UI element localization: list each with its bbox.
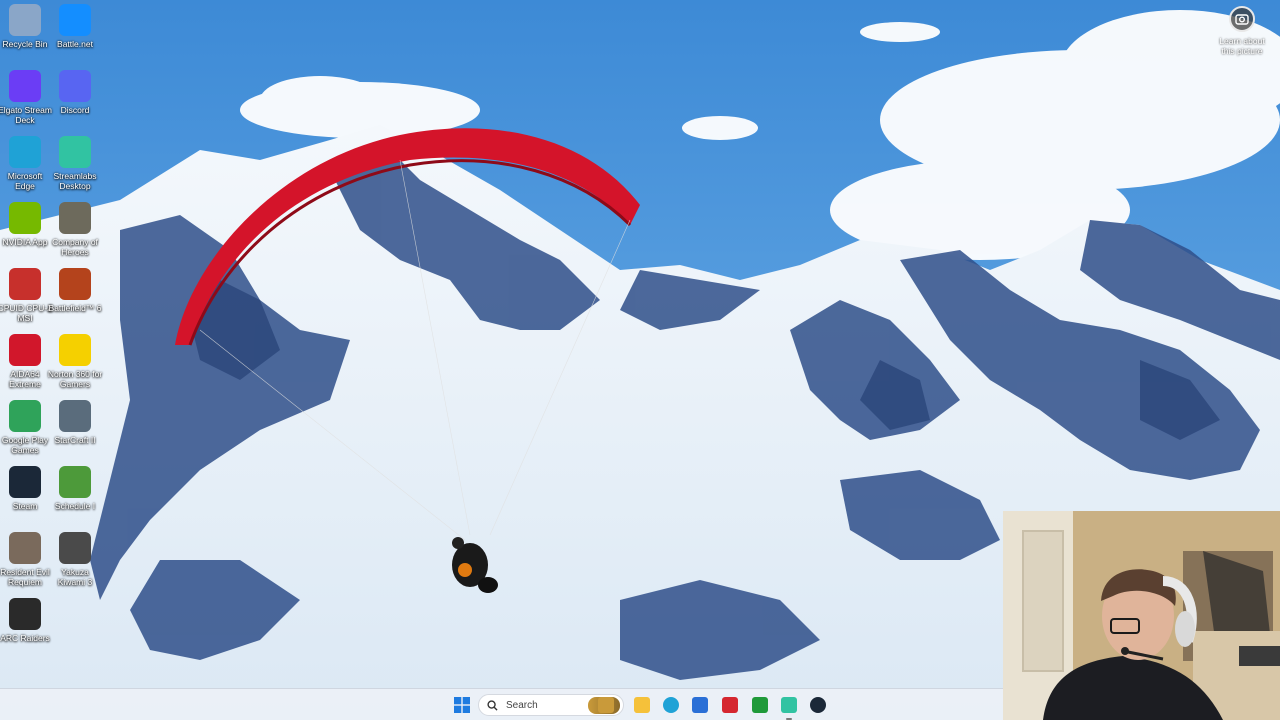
desktop-icon-label: Discord bbox=[60, 105, 90, 115]
company-of-heroes-icon bbox=[59, 202, 91, 234]
streamlabs-icon bbox=[781, 697, 797, 713]
desktop-icon-schedule[interactable]: Schedule I bbox=[50, 462, 100, 528]
file-explorer-icon bbox=[634, 697, 650, 713]
desktop-icon-label: CPUID CPU-Z MSI bbox=[0, 303, 53, 323]
resident-evil-icon bbox=[9, 532, 41, 564]
taskbar-button-widgets[interactable] bbox=[594, 693, 618, 717]
desktop-icon-label: ARC Raiders bbox=[0, 633, 50, 643]
desktop-icon-battlenet[interactable]: Battle.net bbox=[50, 0, 100, 66]
desktop-icon-resident-evil[interactable]: Resident Evil Requiem bbox=[0, 528, 50, 594]
battlefield-icon bbox=[59, 268, 91, 300]
recycle-bin-icon bbox=[9, 4, 41, 36]
desktop-icon-battlefield[interactable]: Battlefield™ 6 bbox=[48, 264, 102, 330]
learn-about-picture-label: Learn about this picture bbox=[1219, 36, 1265, 56]
discord-icon bbox=[59, 70, 91, 102]
desktop-icon-discord[interactable]: Discord bbox=[50, 66, 100, 132]
webcam-feed-image bbox=[1003, 511, 1280, 720]
yakuza-icon bbox=[59, 532, 91, 564]
taskbar-button-streamlabs[interactable] bbox=[777, 693, 801, 720]
desktop-icon-label: Google Play Games bbox=[1, 435, 49, 455]
desktop-icon-area: Recycle Bin Battle.net Elgato Stream Deck D… bbox=[0, 0, 110, 690]
desktop-icon-label: Battle.net bbox=[57, 39, 93, 49]
google-play-games-icon bbox=[9, 400, 41, 432]
norton-icon bbox=[59, 334, 91, 366]
desktop-icon-label: Microsoft Edge bbox=[7, 171, 43, 191]
taskbar-button-file-explorer[interactable] bbox=[630, 693, 654, 717]
desktop-icon-aida64[interactable]: AIDA64 Extreme bbox=[0, 330, 50, 396]
taskbar-button-edge[interactable] bbox=[659, 693, 683, 717]
xbox-icon bbox=[752, 697, 768, 713]
desktop-icon-stream-deck[interactable]: Elgato Stream Deck bbox=[0, 66, 52, 132]
steam-icon bbox=[9, 466, 41, 498]
red-app-icon bbox=[722, 697, 738, 713]
aida64-icon bbox=[9, 334, 41, 366]
desktop-icon-edge[interactable]: Microsoft Edge bbox=[0, 132, 50, 198]
desktop-icon-company-of-heroes[interactable]: Company of Heroes bbox=[50, 198, 100, 264]
arc-raiders-icon bbox=[9, 598, 41, 630]
stream-deck-icon bbox=[9, 70, 41, 102]
desktop-icon-label: Steam bbox=[12, 501, 38, 511]
webcam-overlay bbox=[1003, 511, 1280, 720]
desktop-icon-google-play-games[interactable]: Google Play Games bbox=[0, 396, 50, 462]
taskbar-button-store[interactable] bbox=[688, 693, 712, 717]
starcraft-icon bbox=[59, 400, 91, 432]
edge-icon bbox=[663, 697, 679, 713]
desktop-icon-nvidia[interactable]: NVIDIA App bbox=[0, 198, 50, 264]
taskbar-button-red-app[interactable] bbox=[718, 693, 742, 717]
desktop-icon-yakuza[interactable]: Yakuza Kiwami 3 bbox=[50, 528, 100, 594]
desktop-icon-label: Resident Evil Requiem bbox=[0, 567, 50, 587]
widgets-icon bbox=[598, 697, 614, 713]
learn-about-picture-button[interactable]: Learn about this picture bbox=[1212, 6, 1272, 56]
desktop-icon-label: Company of Heroes bbox=[52, 237, 98, 257]
desktop-icon-label: Streamlabs Desktop bbox=[53, 171, 97, 191]
desktop-icon-starcraft[interactable]: StarCraft II bbox=[50, 396, 100, 462]
desktop-icon-streamlabs[interactable]: Streamlabs Desktop bbox=[50, 132, 100, 198]
search-icon bbox=[487, 699, 498, 711]
nvidia-icon bbox=[9, 202, 41, 234]
battlenet-icon bbox=[59, 4, 91, 36]
taskbar-button-xbox[interactable] bbox=[748, 693, 772, 717]
desktop-icon-recycle-bin[interactable]: Recycle Bin bbox=[0, 0, 50, 66]
desktop-icon-label: Schedule I bbox=[54, 501, 96, 511]
store-icon bbox=[692, 697, 708, 713]
desktop-icon-label: Yakuza Kiwami 3 bbox=[57, 567, 93, 587]
windows-start-icon bbox=[454, 697, 470, 713]
desktop-icon-label: Elgato Stream Deck bbox=[0, 105, 52, 125]
taskbar: Search bbox=[0, 688, 1003, 720]
desktop-icon-label: AIDA64 Extreme bbox=[9, 369, 41, 389]
desktop-icon-cpuz[interactable]: CPUID CPU-Z MSI bbox=[0, 264, 53, 330]
search-placeholder: Search bbox=[506, 699, 538, 711]
desktop-icon-label: NVIDIA App bbox=[2, 237, 48, 247]
desktop-icon-label: Norton 360 for Gamers bbox=[47, 369, 103, 389]
edge-icon bbox=[9, 136, 41, 168]
desktop-icon-label: StarCraft II bbox=[54, 435, 96, 445]
taskbar-button-steam[interactable] bbox=[806, 693, 830, 717]
desktop-icon-arc-raiders[interactable]: ARC Raiders bbox=[0, 594, 50, 660]
steam-icon bbox=[810, 697, 826, 713]
schedule-icon bbox=[59, 466, 91, 498]
desktop-icon-steam[interactable]: Steam bbox=[0, 462, 50, 528]
desktop-icon-label: Recycle Bin bbox=[2, 39, 48, 49]
desktop-icon-label: Battlefield™ 6 bbox=[48, 303, 102, 313]
desktop-icon-norton[interactable]: Norton 360 for Gamers bbox=[47, 330, 103, 396]
start-button[interactable] bbox=[450, 693, 474, 717]
camera-icon bbox=[1229, 6, 1255, 32]
streamlabs-icon bbox=[59, 136, 91, 168]
cpuz-icon bbox=[9, 268, 41, 300]
